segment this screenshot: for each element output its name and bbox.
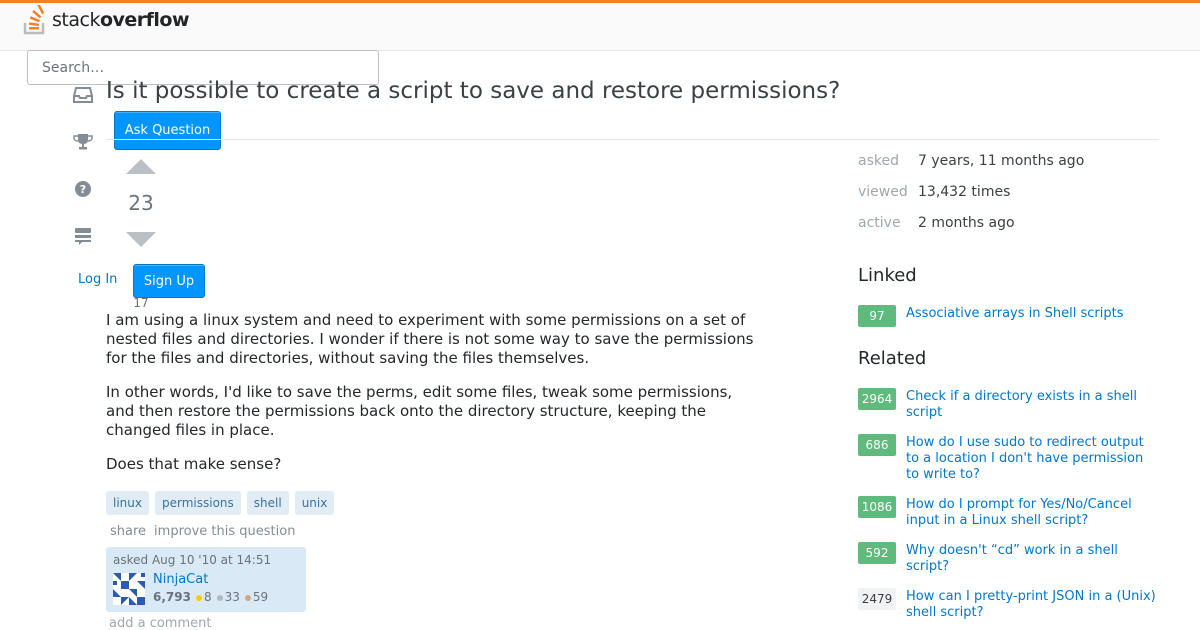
question-title[interactable]: Is it possible to create a script to sav… [106,78,840,104]
owner-card: asked Aug 10 '10 at 14:51 NinjaCat 6,793… [106,547,306,612]
downvote-icon[interactable] [126,232,156,247]
vote-count: 23 [128,191,154,215]
favorite-count: 17 [133,296,149,310]
post-menu: share improve this question [110,524,295,539]
related-heading: Related [858,348,927,369]
trophy-icon[interactable] [73,132,93,152]
bronze-badge-icon [244,594,251,601]
owner-stats: 6,793 8 33 59 [153,590,268,604]
meta-value-asked: 7 years, 11 months ago [918,153,1085,169]
reputation-score: 6,793 [153,590,191,604]
gold-badge-icon [195,594,202,601]
meta-value-viewed: 13,432 times [918,184,1011,200]
help-icon[interactable]: ? [73,179,93,199]
related-score: 2964 [858,388,896,410]
upvote-icon[interactable] [126,159,156,174]
bronze-badges: 59 [244,590,268,604]
related-link[interactable]: How can I pretty-print JSON in a (Unix) … [906,588,1158,621]
owner-name[interactable]: NinjaCat [153,572,208,587]
linked-heading: Linked [858,265,917,286]
title-divider [106,139,1159,140]
inbox-icon[interactable] [73,85,93,105]
svg-text:?: ? [80,183,86,196]
meta-value-active[interactable]: 2 months ago [918,215,1015,231]
tag-list: linux permissions shell unix [106,491,335,515]
related-item: 1086 How do I prompt for Yes/No/Cancel i… [858,496,1158,529]
linked-item: 97 Associative arrays in Shell scripts [858,305,1158,327]
related-item: 686 How do I use sudo to redirect output… [858,434,1158,483]
silver-badge-icon [216,594,223,601]
related-link[interactable]: How do I prompt for Yes/No/Cancel input … [906,496,1158,529]
sign-up-button[interactable]: Sign Up [133,264,205,298]
tag-shell[interactable]: shell [246,491,289,515]
improve-question-link[interactable]: improve this question [154,524,295,539]
add-comment-link[interactable]: add a comment [109,616,211,630]
meta-label-viewed: viewed [858,184,908,200]
gold-badges: 8 [195,590,212,604]
body-paragraph: Does that make sense? [106,455,282,473]
tag-linux[interactable]: linux [106,491,149,515]
related-item: 592 Why doesn't “cd” work in a shell scr… [858,542,1158,575]
body-paragraph: In other words, I'd like to save the per… [106,383,733,439]
logo-text: stackoverflow [52,9,190,31]
review-queue-icon[interactable] [73,226,93,246]
linked-score: 97 [858,305,896,327]
ask-question-button[interactable]: Ask Question [114,111,221,150]
related-link[interactable]: Check if a directory exists in a shell s… [906,388,1158,421]
top-bar: stackoverflow [0,0,1200,51]
share-link[interactable]: share [110,524,146,539]
linked-link[interactable]: Associative arrays in Shell scripts [906,305,1158,327]
related-link[interactable]: How do I use sudo to redirect output to … [906,434,1158,483]
related-score: 686 [858,434,896,456]
silver-badges: 33 [216,590,240,604]
stack-logo-icon [23,4,49,35]
body-paragraph: I am using a linux system and need to ex… [106,311,754,367]
related-score: 592 [858,542,896,564]
log-in-link[interactable]: Log In [78,272,117,287]
related-score: 1086 [858,496,896,518]
meta-label-asked: asked [858,153,899,169]
related-link[interactable]: Why doesn't “cd” work in a shell script? [906,542,1158,575]
tag-permissions[interactable]: permissions [154,491,241,515]
meta-label-active: active [858,215,901,231]
site-logo[interactable]: stackoverflow [23,4,190,35]
avatar[interactable] [113,573,145,605]
question-body: I am using a linux system and need to ex… [106,311,756,489]
related-item: 2479 How can I pretty-print JSON in a (U… [858,588,1158,621]
asked-timestamp: asked Aug 10 '10 at 14:51 [113,553,272,567]
related-item: 2964 Check if a directory exists in a sh… [858,388,1158,421]
related-score: 2479 [858,588,896,610]
tag-unix[interactable]: unix [294,491,335,515]
